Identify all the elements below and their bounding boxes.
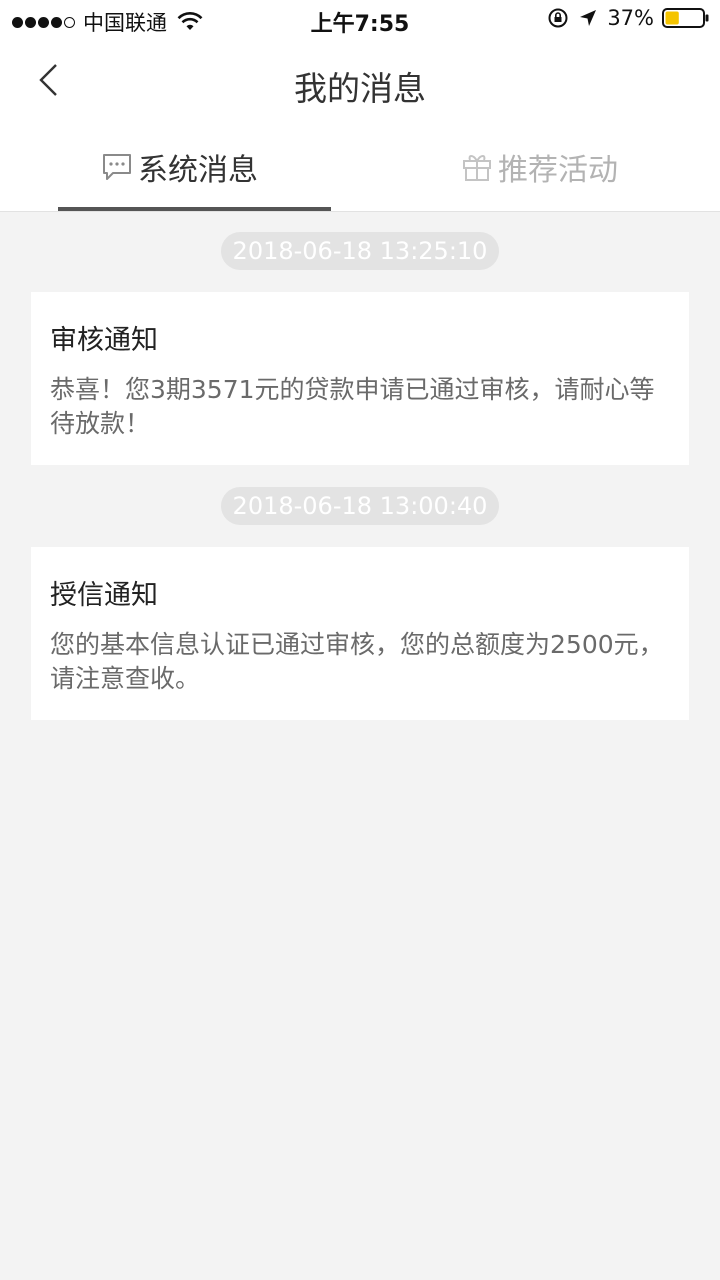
status-bar: 中国联通 上午7:55 37% [0,0,720,40]
battery-percent: 37% [607,6,654,30]
tab-label: 推荐活动 [498,153,618,188]
message-timestamp: 2018-06-18 13:25:10 [220,232,500,270]
message-card[interactable]: 授信通知 您的基本信息认证已通过审核，您的总额度为2500元，请注意查收。 [31,547,689,720]
message-list: 2018-06-18 13:25:10 审核通知 恭喜！您3期3571元的贷款申… [0,212,720,720]
nav-bar: 我的消息 [0,40,720,122]
tab-label: 系统消息 [138,153,258,188]
chat-bubble-icon [103,154,131,180]
message-title: 授信通知 [50,580,158,611]
battery-icon [662,8,709,28]
message-timestamp: 2018-06-18 13:00:40 [220,487,500,525]
rotation-lock-icon [548,8,568,28]
message-body: 恭喜！您3期3571元的贷款申请已通过审核，请耐心等待放款！ [50,375,655,438]
gift-icon [463,155,491,181]
status-right: 37% [547,6,710,30]
message-card[interactable]: 审核通知 恭喜！您3期3571元的贷款申请已通过审核，请耐心等待放款！ [31,292,689,465]
tab-bar: 系统消息 推荐活动 [0,122,720,212]
tab-recommended-activities[interactable]: 推荐活动 [360,122,720,212]
header: 中国联通 上午7:55 37% 我的消息 系统消息 推荐活动 [0,0,720,212]
message-item: 2018-06-18 13:00:40 授信通知 您的基本信息认证已通过审核，您… [31,487,689,720]
tab-system-messages[interactable]: 系统消息 [0,122,360,212]
location-arrow-icon [580,10,597,26]
message-body: 您的基本信息认证已通过审核，您的总额度为2500元，请注意查收。 [50,630,664,693]
message-item: 2018-06-18 13:25:10 审核通知 恭喜！您3期3571元的贷款申… [31,232,689,465]
active-tab-indicator [58,207,331,211]
message-title: 审核通知 [50,325,158,356]
page-title: 我的消息 [294,69,426,108]
